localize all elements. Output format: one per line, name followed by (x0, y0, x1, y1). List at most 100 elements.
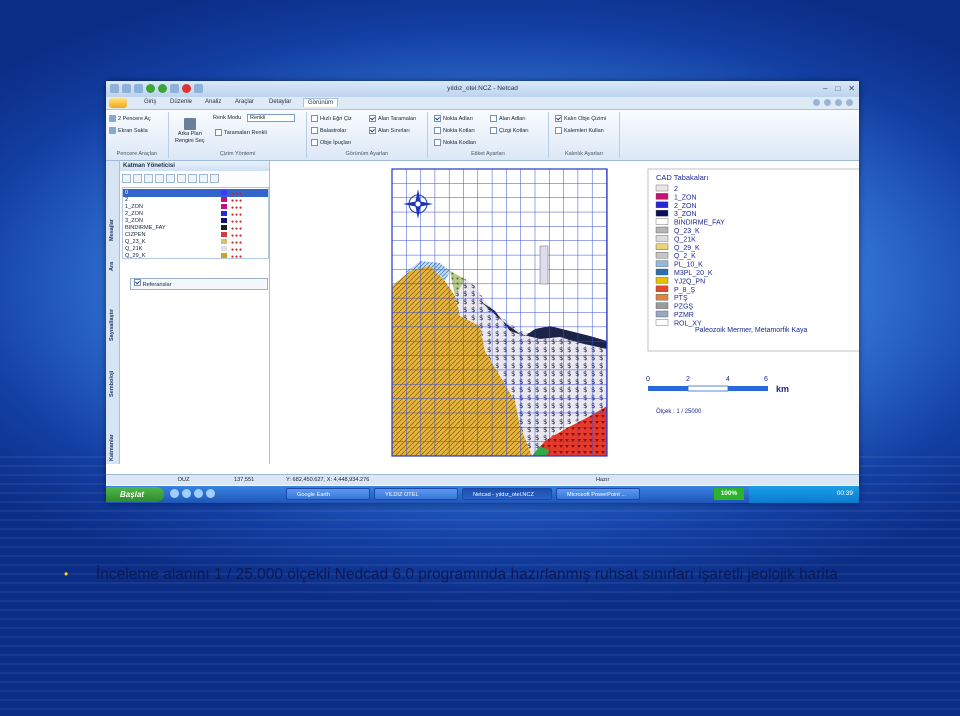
legend-label: PZGŞ (674, 304, 693, 311)
point-codes-checkbox[interactable]: Nokta Kodları (434, 139, 476, 146)
bullet-icon: • (64, 567, 69, 581)
layer-freeze-icon[interactable] (210, 174, 219, 183)
legend-swatch (655, 193, 669, 200)
checkbox[interactable] (490, 127, 497, 134)
checkbox[interactable] (434, 115, 441, 122)
checkbox[interactable] (434, 139, 441, 146)
task-netcad[interactable]: Netcad - yıldız_otel.NCZ (462, 488, 552, 500)
close-icon[interactable]: ✕ (848, 84, 855, 93)
references-node[interactable]: Referanslar (130, 278, 268, 290)
checkbox[interactable] (134, 279, 141, 286)
layer-up-icon[interactable] (144, 174, 153, 183)
checkbox[interactable] (369, 115, 376, 122)
legend-swatch (655, 201, 669, 208)
media-icon[interactable] (194, 489, 203, 498)
area-hatch-checkbox[interactable]: Alan Taramaları (369, 115, 416, 122)
map-view[interactable]: $ (270, 161, 859, 464)
two-window-button[interactable]: 2 Pencere Aç (109, 115, 151, 122)
layer-color-swatch[interactable] (221, 246, 227, 251)
brush-icon (183, 118, 196, 130)
tab-giris[interactable]: Giriş (144, 99, 156, 105)
tab-duzenle[interactable]: Düzenle (170, 99, 192, 105)
hide-screen-button[interactable]: Ekran Sakla (109, 127, 148, 134)
line-elev-checkbox[interactable]: Çizgi Kotları (490, 127, 529, 134)
color-mode-select[interactable]: Renkli (247, 114, 295, 122)
maximize-icon[interactable]: □ (835, 84, 840, 93)
object-tips-label: Obje İpuçları (320, 139, 352, 146)
checkbox[interactable] (311, 127, 318, 134)
legend-label: BINDIRME_FAY (674, 220, 725, 227)
layer-props-icon[interactable] (166, 174, 175, 183)
legend-swatch (655, 310, 669, 318)
layer-color-swatch[interactable] (221, 225, 227, 230)
task-google-earth[interactable]: Google Earth (286, 488, 370, 500)
layer-color-swatch[interactable] (221, 232, 227, 237)
task-yildiz-otel[interactable]: YILDIZ OTEL (374, 488, 458, 500)
layer-color-swatch[interactable] (221, 253, 227, 258)
minimize-icon[interactable]: – (823, 84, 827, 93)
hatch-colored-checkbox[interactable]: Taramaları Renkli (215, 129, 267, 136)
task-powerpoint[interactable]: Microsoft PowerPoint ... (556, 488, 640, 500)
point-elev-checkbox[interactable]: Nokta Kotları (434, 127, 475, 134)
background-color-button[interactable]: Arka Plan Rengini Seç (175, 118, 205, 144)
balastrolar-checkbox[interactable]: Balastrolar (311, 127, 346, 134)
ie-icon[interactable] (170, 489, 179, 498)
object-tips-checkbox[interactable]: Obje İpuçları (311, 139, 351, 146)
layer-down-icon[interactable] (155, 174, 164, 183)
point-names-checkbox[interactable]: Nokta Adları (434, 115, 473, 122)
checkbox[interactable] (555, 115, 562, 122)
area-border-label: Alan Sınırları (378, 127, 410, 134)
application-button[interactable] (109, 98, 127, 108)
map-canvas[interactable]: $ (270, 161, 859, 464)
legend-swatch (655, 302, 669, 309)
layer-sort-icon[interactable] (188, 174, 197, 183)
checkbox[interactable] (434, 127, 441, 134)
layer-color-swatch[interactable] (221, 239, 227, 244)
tab-araclar[interactable]: Araçlar (235, 99, 254, 105)
new-layer-icon[interactable] (122, 174, 131, 183)
checkbox[interactable] (215, 129, 222, 136)
checkbox[interactable] (311, 139, 318, 146)
doc-close-icon[interactable] (846, 99, 853, 106)
desktop-icon[interactable] (182, 489, 191, 498)
layer-row[interactable]: Q_29_K ●●● (123, 252, 268, 260)
layer-flags-icon[interactable]: ●●● (231, 253, 243, 261)
layer-color-swatch[interactable] (221, 211, 227, 216)
delete-layer-icon[interactable] (133, 174, 142, 183)
scale-tick: 2 (686, 376, 690, 383)
minimize-ribbon-icon[interactable] (813, 99, 820, 106)
doc-minimize-icon[interactable] (835, 99, 842, 106)
layer-color-swatch[interactable] (221, 197, 227, 202)
layer-color-swatch[interactable] (221, 190, 227, 195)
checkbox[interactable] (311, 115, 318, 122)
layer-filter-icon[interactable] (177, 174, 186, 183)
point-names-label: Nokta Adları (443, 115, 473, 122)
window-icon (109, 115, 116, 122)
fast-curve-checkbox[interactable]: Hızlı Eğri Çiz (311, 115, 352, 122)
tab-gorunum[interactable]: Görünüm (303, 98, 339, 107)
checkbox[interactable] (555, 127, 562, 134)
layer-color-swatch[interactable] (221, 218, 227, 223)
legend-swatch (655, 243, 669, 251)
layer-color-swatch[interactable] (221, 204, 227, 209)
area-border-checkbox[interactable]: Alan Sınırları (369, 127, 410, 134)
legend-label: Q_29_K (674, 245, 700, 252)
checkbox[interactable] (490, 115, 497, 122)
side-tab-label: Sayısallaştır (109, 308, 115, 341)
start-button[interactable]: Başlat (106, 487, 164, 502)
bold-draw-checkbox[interactable]: Kalın Obje Çizimi (555, 115, 606, 122)
help-icon[interactable] (824, 99, 831, 106)
app-icon[interactable] (206, 489, 215, 498)
tab-detaylar[interactable]: Detaylar (269, 99, 291, 105)
group-label-cizim: Çizim Yöntemi (219, 151, 256, 157)
checkbox[interactable] (369, 127, 376, 134)
area-hatch-label: Alan Taramaları (378, 115, 417, 122)
tab-analiz[interactable]: Analiz (205, 99, 221, 105)
scale-text: Ölçek : 1 / 25000 (656, 408, 702, 415)
area-names-checkbox[interactable]: Alan Adları (490, 115, 526, 122)
layer-lock-icon[interactable] (199, 174, 208, 183)
use-pens-checkbox[interactable]: Kalemleri Kullan (555, 127, 604, 134)
zoom-level[interactable]: 100% (714, 488, 744, 500)
clock[interactable]: 00:39 (837, 490, 853, 497)
color-mode-label: Renk Modu (213, 115, 241, 121)
